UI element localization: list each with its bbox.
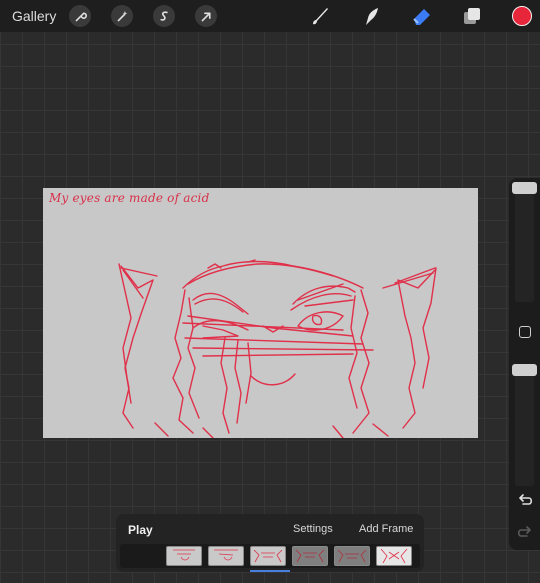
wrench-icon[interactable]: [69, 5, 91, 27]
layers-icon[interactable]: [461, 5, 485, 27]
add-frame-button[interactable]: Add Frame: [359, 523, 413, 535]
frame-thumbnail[interactable]: [292, 546, 328, 566]
smudge-icon[interactable]: [360, 5, 384, 27]
drawing-canvas[interactable]: My eyes are made of acid: [43, 188, 478, 438]
transform-arrow-icon[interactable]: [195, 5, 217, 27]
selected-frame-indicator: [250, 570, 290, 572]
undo-icon[interactable]: [517, 494, 533, 508]
frame-thumbnail[interactable]: [208, 546, 244, 566]
settings-button[interactable]: Settings: [293, 523, 333, 535]
eraser-icon[interactable]: [410, 5, 434, 27]
size-slider-thumb[interactable]: [512, 182, 537, 194]
brush-icon[interactable]: [308, 5, 332, 27]
frame-thumbnail[interactable]: [334, 546, 370, 566]
top-toolbar: Gallery: [0, 0, 540, 32]
gallery-button[interactable]: Gallery: [12, 8, 56, 24]
animation-panel: Play Settings Add Frame: [116, 514, 424, 572]
opacity-slider-thumb[interactable]: [512, 364, 537, 376]
selection-s-icon[interactable]: [153, 5, 175, 27]
frame-thumbnail[interactable]: [250, 546, 286, 566]
play-button[interactable]: Play: [128, 523, 153, 537]
modifier-square-icon[interactable]: [519, 326, 531, 338]
redo-icon[interactable]: [517, 526, 533, 540]
opacity-slider[interactable]: [515, 364, 534, 486]
frame-thumbnail[interactable]: [166, 546, 202, 566]
right-sidebar: [509, 178, 540, 550]
frame-timeline: [120, 544, 420, 568]
color-picker-button[interactable]: [512, 6, 532, 26]
frame-thumbnail[interactable]: [376, 546, 412, 566]
brush-size-slider[interactable]: [515, 184, 534, 302]
cat-sketch-drawing: [118, 259, 437, 438]
magic-wand-icon[interactable]: [111, 5, 133, 27]
